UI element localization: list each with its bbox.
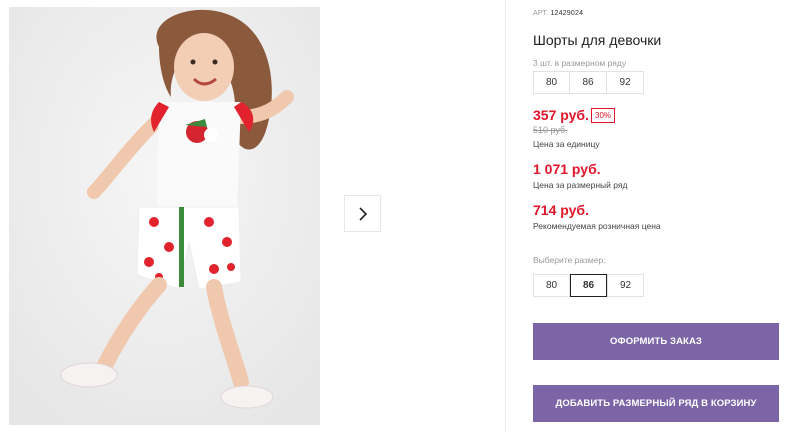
- size-selector: 80 86 92: [533, 274, 644, 297]
- old-price: 510 руб.: [533, 125, 568, 135]
- article-label: АРТ.: [533, 10, 549, 17]
- price-unit: 357 руб.: [533, 107, 589, 123]
- gallery-next-button[interactable]: [344, 195, 381, 232]
- price-retail: 714 руб.: [533, 202, 589, 218]
- price-row: 1 071 руб.: [533, 161, 601, 177]
- chevron-right-icon: [358, 206, 367, 221]
- discount-badge: 30%: [591, 108, 616, 123]
- row-sizes-label: 3 шт. в размерном ряду: [533, 58, 627, 68]
- product-photo: [9, 7, 320, 425]
- order-button[interactable]: ОФОРМИТЬ ЗАКАЗ: [533, 323, 779, 360]
- article-line: АРТ. 12429024: [533, 10, 583, 17]
- choose-size-label: Выберите размер:: [533, 255, 606, 265]
- divider: [505, 0, 506, 432]
- price-retail-caption: Рекомендуемая розничная цена: [533, 221, 661, 231]
- size-option-86[interactable]: 86: [570, 274, 607, 297]
- article-number: 12429024: [550, 10, 584, 17]
- row-sizes: 80 86 92: [533, 71, 644, 94]
- size-option-92[interactable]: 92: [607, 274, 644, 297]
- price-unit-caption: Цена за единицу: [533, 139, 600, 149]
- product-photo-illustration: [9, 7, 320, 425]
- price-row-caption: Цена за размерный ряд: [533, 180, 628, 190]
- product-title: Шорты для девочки: [533, 32, 662, 48]
- row-size-item: 92: [607, 71, 644, 94]
- size-option-80[interactable]: 80: [533, 274, 570, 297]
- row-size-item: 86: [570, 71, 607, 94]
- row-size-item: 80: [533, 71, 570, 94]
- add-row-to-cart-button[interactable]: ДОБАВИТЬ РАЗМЕРНЫЙ РЯД В КОРЗИНУ: [533, 385, 779, 422]
